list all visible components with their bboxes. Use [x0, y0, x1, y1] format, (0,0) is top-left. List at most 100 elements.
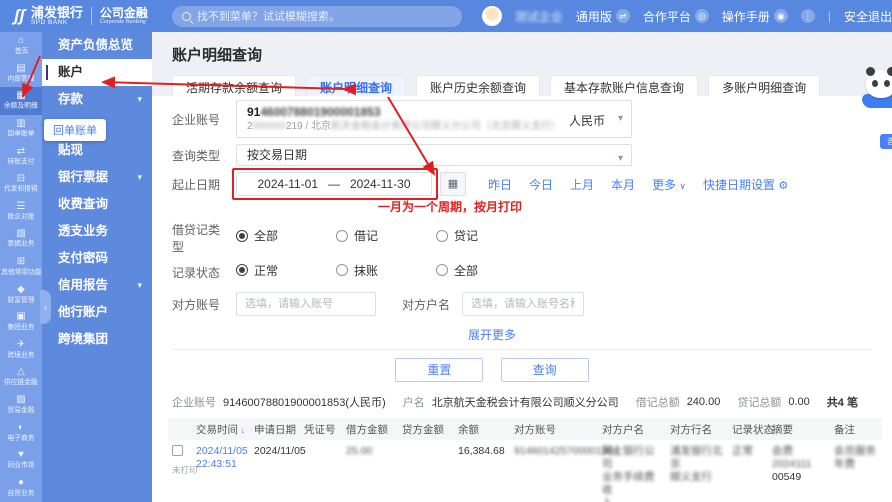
- menu-sidebar-item[interactable]: 资产负债总览: [42, 32, 152, 59]
- product-name-en: Corporate Banking: [99, 19, 146, 25]
- menu-sidebar-item[interactable]: 透支业务: [42, 218, 152, 245]
- mascot-tag[interactable]: 咨询: [880, 134, 892, 149]
- logout-button[interactable]: 安全退出: [844, 8, 892, 25]
- icon-sidebar-item[interactable]: ▥ 回单账单: [0, 115, 42, 143]
- record-status-label: 记录状态: [172, 266, 221, 280]
- menu-sidebar-item[interactable]: 跨境集团: [42, 326, 152, 353]
- icon-sidebar-item[interactable]: ♥ 同业市场: [0, 446, 42, 474]
- icon-sidebar-item[interactable]: ◆ 财富管理: [0, 280, 42, 308]
- user-name[interactable]: 测试企业: [515, 8, 563, 25]
- summary-count: 共4 笔: [826, 397, 858, 409]
- row-checkbox[interactable]: [172, 445, 183, 456]
- icon-sidebar-item[interactable]: ☰ 账企对账: [0, 198, 42, 226]
- radio-option[interactable]: 正常: [236, 262, 336, 279]
- version-switch-icon: ⇌: [615, 9, 630, 23]
- group-business-icon: ▣: [16, 311, 26, 323]
- date-shortcut[interactable]: 今日: [529, 176, 553, 193]
- menu-sidebar-item[interactable]: 信用报告 ▾: [42, 272, 152, 299]
- icon-sidebar-item[interactable]: ⊞ 其他常用功能: [0, 253, 42, 281]
- date-start-value[interactable]: 2024-11-01: [258, 177, 319, 191]
- cp-name-input[interactable]: [462, 292, 585, 316]
- icon-sidebar-item[interactable]: ▨ 贸易金融: [0, 391, 42, 419]
- sort-desc-icon: ↓: [238, 424, 246, 435]
- crossborder-business-icon: ✈: [16, 338, 26, 350]
- menu-sidebar-item[interactable]: 收费查询: [42, 191, 152, 218]
- manual-location-item[interactable]: 操作手册 ◉: [722, 8, 788, 25]
- receipt-bill-icon: ▥: [16, 118, 26, 130]
- date-shortcut[interactable]: 本月: [611, 176, 635, 193]
- column-header: 贷方金额: [398, 418, 454, 440]
- sidebar-collapse-handle[interactable]: ‹: [40, 290, 51, 324]
- cell-time[interactable]: 2024/11/05 22:43:51: [192, 440, 250, 502]
- radio-icon: [336, 229, 348, 242]
- icon-sidebar-item[interactable]: ⇄ 转账支付: [0, 142, 42, 170]
- cell-apply: 2024/11/05: [250, 440, 306, 502]
- column-header: 备注: [830, 418, 882, 440]
- column-header: 记录状态: [728, 418, 774, 440]
- cell-debit: 25.00: [342, 440, 398, 502]
- quick-date-setting-link[interactable]: 快捷日期设置 ⚙: [703, 176, 788, 193]
- column-header: 摘要: [768, 418, 830, 440]
- radio-option[interactable]: 全部: [436, 262, 536, 279]
- icon-sidebar-item[interactable]: ▤ 内部管理: [0, 60, 42, 88]
- account-subinfo: 2000000219 / 北京航天金税会计有限公司顺义分公司（北京顺义支行）: [247, 121, 561, 132]
- calendar-icon[interactable]: ▦: [440, 172, 466, 196]
- icon-sidebar-item[interactable]: ▧ 票据业务: [0, 225, 42, 253]
- icon-sidebar-item[interactable]: ◐ 电子商务: [0, 418, 42, 446]
- menu-sidebar-item[interactable]: 银行票据 ▾: [42, 164, 152, 191]
- cp-account-input[interactable]: [236, 292, 376, 316]
- date-end-value[interactable]: 2024-11-30: [350, 177, 411, 191]
- bank-name-en: SPD BANK: [30, 18, 68, 26]
- other-functions-icon: ⊞: [16, 256, 26, 268]
- bills-business-icon: ▧: [16, 228, 26, 240]
- radio-option[interactable]: 抹账: [336, 262, 436, 279]
- menu-sidebar-item[interactable]: 贴现: [42, 137, 152, 164]
- icon-sidebar-item[interactable]: ▦ 余额及明细: [0, 87, 42, 115]
- main-content: 账户明细查询 活期存款余额查询 账户明细查询 账户历史余额查询 基本存款账户信息查询多…: [152, 32, 892, 502]
- print-status: 未打印: [172, 465, 198, 475]
- date-shortcut[interactable]: 上月: [570, 176, 594, 193]
- icon-sidebar-item[interactable]: △ 供应链金融: [0, 363, 42, 391]
- expand-more-link[interactable]: 展开更多: [172, 326, 812, 343]
- result-summary: 企业账号 91460078801900001853(人民币) 户名 北京航天金税…: [172, 394, 892, 410]
- reset-button[interactable]: 重置: [395, 358, 484, 382]
- more-dots-icon: ⋮: [800, 9, 815, 23]
- menu-sidebar-item[interactable]: 存款 ▾: [42, 86, 152, 113]
- column-header[interactable]: 交易时间 ↓: [192, 418, 250, 440]
- radio-option[interactable]: 全部: [236, 227, 336, 244]
- menu-sidebar-item[interactable]: 他行账户: [42, 299, 152, 326]
- spdb-logo-icon: ʃʃ: [14, 6, 25, 25]
- search-icon: [181, 11, 191, 21]
- user-avatar[interactable]: [481, 6, 502, 26]
- date-range-label: 起止日期: [172, 177, 221, 192]
- partner-platform-item[interactable]: 合作平台 ◎: [643, 8, 709, 25]
- icon-sidebar-item[interactable]: ● 自贸业务: [0, 474, 42, 502]
- date-shortcut[interactable]: 昨日: [488, 176, 512, 193]
- cell-voucher: [300, 440, 342, 502]
- query-button[interactable]: 查询: [500, 358, 589, 382]
- account-select[interactable]: 91460078801900001853 2000000219 / 北京航天金税…: [236, 100, 632, 138]
- icon-sidebar-item[interactable]: ✈ 跨境业务: [0, 336, 42, 364]
- radio-option[interactable]: 贷记: [436, 227, 536, 244]
- icon-sidebar-item[interactable]: ⊟ 代发和报销: [0, 170, 42, 198]
- radio-icon: [236, 229, 248, 242]
- more-menu-button[interactable]: ⋮: [800, 9, 815, 23]
- date-range-picker[interactable]: 2024-11-01 — 2024-11-30: [236, 172, 432, 196]
- icon-sidebar-item[interactable]: ⌂ 首页: [0, 32, 42, 60]
- radio-option[interactable]: 借记: [336, 227, 436, 244]
- global-search-input[interactable]: 找不到菜单？试试模糊搜索。: [171, 5, 462, 27]
- trade-finance-icon: ▨: [16, 394, 26, 406]
- menu-sidebar-item[interactable]: 账户: [42, 59, 152, 86]
- mascot-widget[interactable]: 咨询: [856, 67, 892, 149]
- column-header: 余额: [454, 418, 510, 440]
- summary-debit-label: 借记总额: [635, 397, 680, 409]
- chevron-down-icon: ▾: [137, 280, 142, 290]
- query-type-select[interactable]: 按交易日期 ▾: [236, 144, 632, 166]
- date-more-link[interactable]: 更多 ∨: [652, 176, 686, 193]
- chevron-down-icon: ▾: [617, 113, 623, 124]
- menu-sidebar-item[interactable]: 支付密码: [42, 245, 152, 272]
- version-switch-item[interactable]: 通用版 ⇌: [576, 8, 630, 25]
- icon-sidebar-item[interactable]: ▣ 集团业务: [0, 308, 42, 336]
- red-annotation-note: 一月为一个周期，按月打印: [378, 200, 523, 214]
- receipt-bill-floating-tag[interactable]: 回单账单: [44, 119, 106, 141]
